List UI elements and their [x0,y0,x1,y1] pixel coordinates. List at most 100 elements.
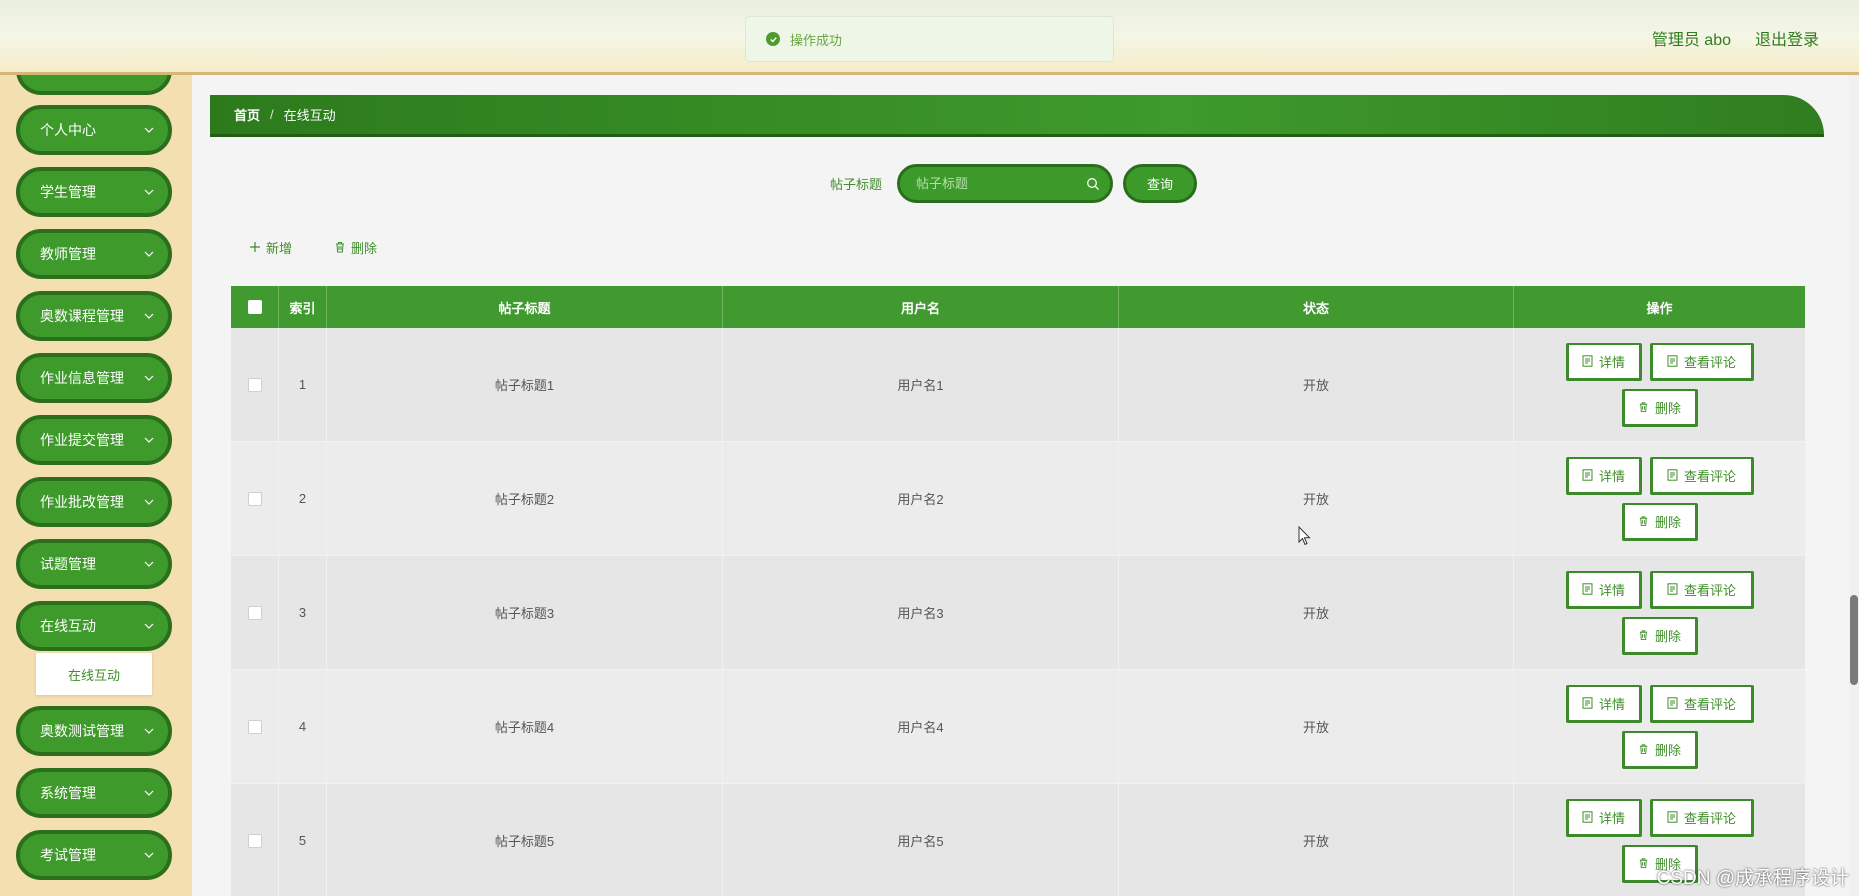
cell-username: 用户名1 [723,328,1119,441]
submenu-item-online-interaction[interactable]: 在线互动 [36,653,152,695]
row-checkbox[interactable] [247,719,262,734]
cell-status: 开放 [1119,442,1514,555]
detail-label: 详情 [1598,582,1625,598]
sidebar: 个人中心 学生管理 教师管理 奥数课程管理 作业信息管理 作业提交管理 作业批改… [0,75,192,896]
main-content: 首页 / 在线互动 帖子标题 查询 新增 删除 索引 帖子标题 用户名 状态 操… [192,75,1859,896]
sidebar-item-label: 作业信息管理 [40,370,124,386]
sidebar-item-online-interaction[interactable]: 在线互动 [16,601,172,651]
page-scrollbar[interactable] [1849,75,1859,896]
sidebar-item-homework-submit[interactable]: 作业提交管理 [16,415,172,465]
sidebar-item-homework-grading[interactable]: 作业批改管理 [16,477,172,527]
row-checkbox[interactable] [247,377,262,392]
row-checkbox[interactable] [247,833,262,848]
sidebar-item-label: 奥数课程管理 [40,308,124,324]
admin-user-label: 管理员 abo [1651,32,1731,49]
plus-icon [250,242,260,252]
chevron-down-icon [144,499,154,505]
view-comments-button[interactable]: 查看评论 [1649,684,1754,723]
search-label: 帖子标题 [830,177,883,192]
cell-status: 开放 [1119,784,1514,896]
table-body: 1 帖子标题1 用户名1 开放 详情 查看评论 删除 2 帖子标题2 用户名2 开放 详情 查看评论 删除… [231,328,1805,896]
delete-button[interactable]: 删除 [1621,730,1698,769]
posts-table: 索引 帖子标题 用户名 状态 操作 1 帖子标题1 用户名1 开放 详情 查看评论 删除 2 帖… [231,286,1805,896]
cell-title: 帖子标题2 [327,442,723,555]
cell-actions: 详情 查看评论删除 [1514,556,1805,669]
delete-button[interactable]: 删除 [1621,388,1698,427]
detail-button[interactable]: 详情 [1565,570,1642,609]
sidebar-item-test-management[interactable]: 奥数测试管理 [16,706,172,756]
row-checkbox-cell [231,442,279,555]
view-comments-button[interactable]: 查看评论 [1649,342,1754,381]
detail-label: 详情 [1598,354,1625,370]
check-circle-icon [766,32,780,46]
header-index: 索引 [279,286,327,328]
chevron-down-icon [144,313,154,319]
success-toast: 操作成功 [745,16,1114,62]
cell-username: 用户名4 [723,670,1119,783]
detail-button[interactable]: 详情 [1565,798,1642,837]
cell-index: 4 [279,670,327,783]
sidebar-item-homework-info[interactable]: 作业信息管理 [16,353,172,403]
sidebar-item-personal-center[interactable]: 个人中心 [16,105,172,155]
row-checkbox[interactable] [247,605,262,620]
sidebar-item-teacher-management[interactable]: 教师管理 [16,229,172,279]
table-row: 3 帖子标题3 用户名3 开放 详情 查看评论 删除 [231,556,1805,670]
delete-button[interactable]: 删除 [1621,502,1698,541]
chevron-down-icon [144,623,154,629]
table-row: 1 帖子标题1 用户名1 开放 详情 查看评论 删除 [231,328,1805,442]
sidebar-item-label: 教师管理 [40,246,96,262]
table-row: 2 帖子标题2 用户名2 开放 详情 查看评论删除 [231,442,1805,556]
sidebar-item-label: 奥数测试管理 [40,723,124,739]
trash-icon [1639,744,1648,755]
cell-title: 帖子标题5 [327,784,723,896]
document-icon [1667,583,1678,595]
select-all-checkbox[interactable] [247,300,262,314]
sidebar-item-label: 作业批改管理 [40,494,124,510]
view-comments-button[interactable]: 查看评论 [1649,456,1754,495]
cell-username: 用户名5 [723,784,1119,896]
logout-link[interactable]: 退出登录 [1755,26,1819,50]
breadcrumb-current: 在线互动 [283,108,336,123]
cell-index: 3 [279,556,327,669]
document-icon [1667,697,1678,709]
breadcrumb-home[interactable]: 首页 [234,105,260,124]
document-icon [1582,355,1593,367]
row-checkbox[interactable] [247,491,262,506]
cell-status: 开放 [1119,328,1514,441]
cell-username: 用户名2 [723,442,1119,555]
chevron-down-icon [144,437,154,443]
detail-label: 详情 [1598,468,1625,484]
trash-icon [1639,858,1648,869]
header-checkbox-cell [231,286,279,328]
view-comments-button[interactable]: 查看评论 [1649,798,1754,837]
cell-actions: 详情 查看评论删除 [1514,442,1805,555]
search-field-wrapper [897,164,1113,203]
chevron-down-icon [144,375,154,381]
sidebar-item-label: 试题管理 [40,556,96,572]
sidebar-item-student-management[interactable]: 学生管理 [16,167,172,217]
document-icon [1582,811,1593,823]
sidebar-item-system-management[interactable]: 系统管理 [16,768,172,818]
sidebar-item-course-management[interactable]: 奥数课程管理 [16,291,172,341]
delete-button[interactable]: 删除 [1621,616,1698,655]
view-comments-button[interactable]: 查看评论 [1649,570,1754,609]
sidebar-item-partial[interactable] [16,75,172,95]
cell-index: 2 [279,442,327,555]
detail-button[interactable]: 详情 [1565,684,1642,723]
cell-title: 帖子标题1 [327,328,723,441]
search-input[interactable] [916,176,1076,191]
document-icon [1667,811,1678,823]
sidebar-item-question-management[interactable]: 试题管理 [16,539,172,589]
detail-button[interactable]: 详情 [1565,456,1642,495]
sidebar-item-exam-management[interactable]: 考试管理 [16,830,172,880]
batch-delete-button[interactable]: 删除 [334,235,377,259]
chevron-down-icon [144,127,154,133]
document-icon [1667,355,1678,367]
delete-label: 删除 [1654,742,1681,758]
header-username: 用户名 [723,286,1119,328]
detail-button[interactable]: 详情 [1565,342,1642,381]
scrollbar-thumb[interactable] [1850,595,1858,685]
add-button[interactable]: 新增 [249,235,292,259]
query-button[interactable]: 查询 [1123,164,1197,203]
document-icon [1582,697,1593,709]
